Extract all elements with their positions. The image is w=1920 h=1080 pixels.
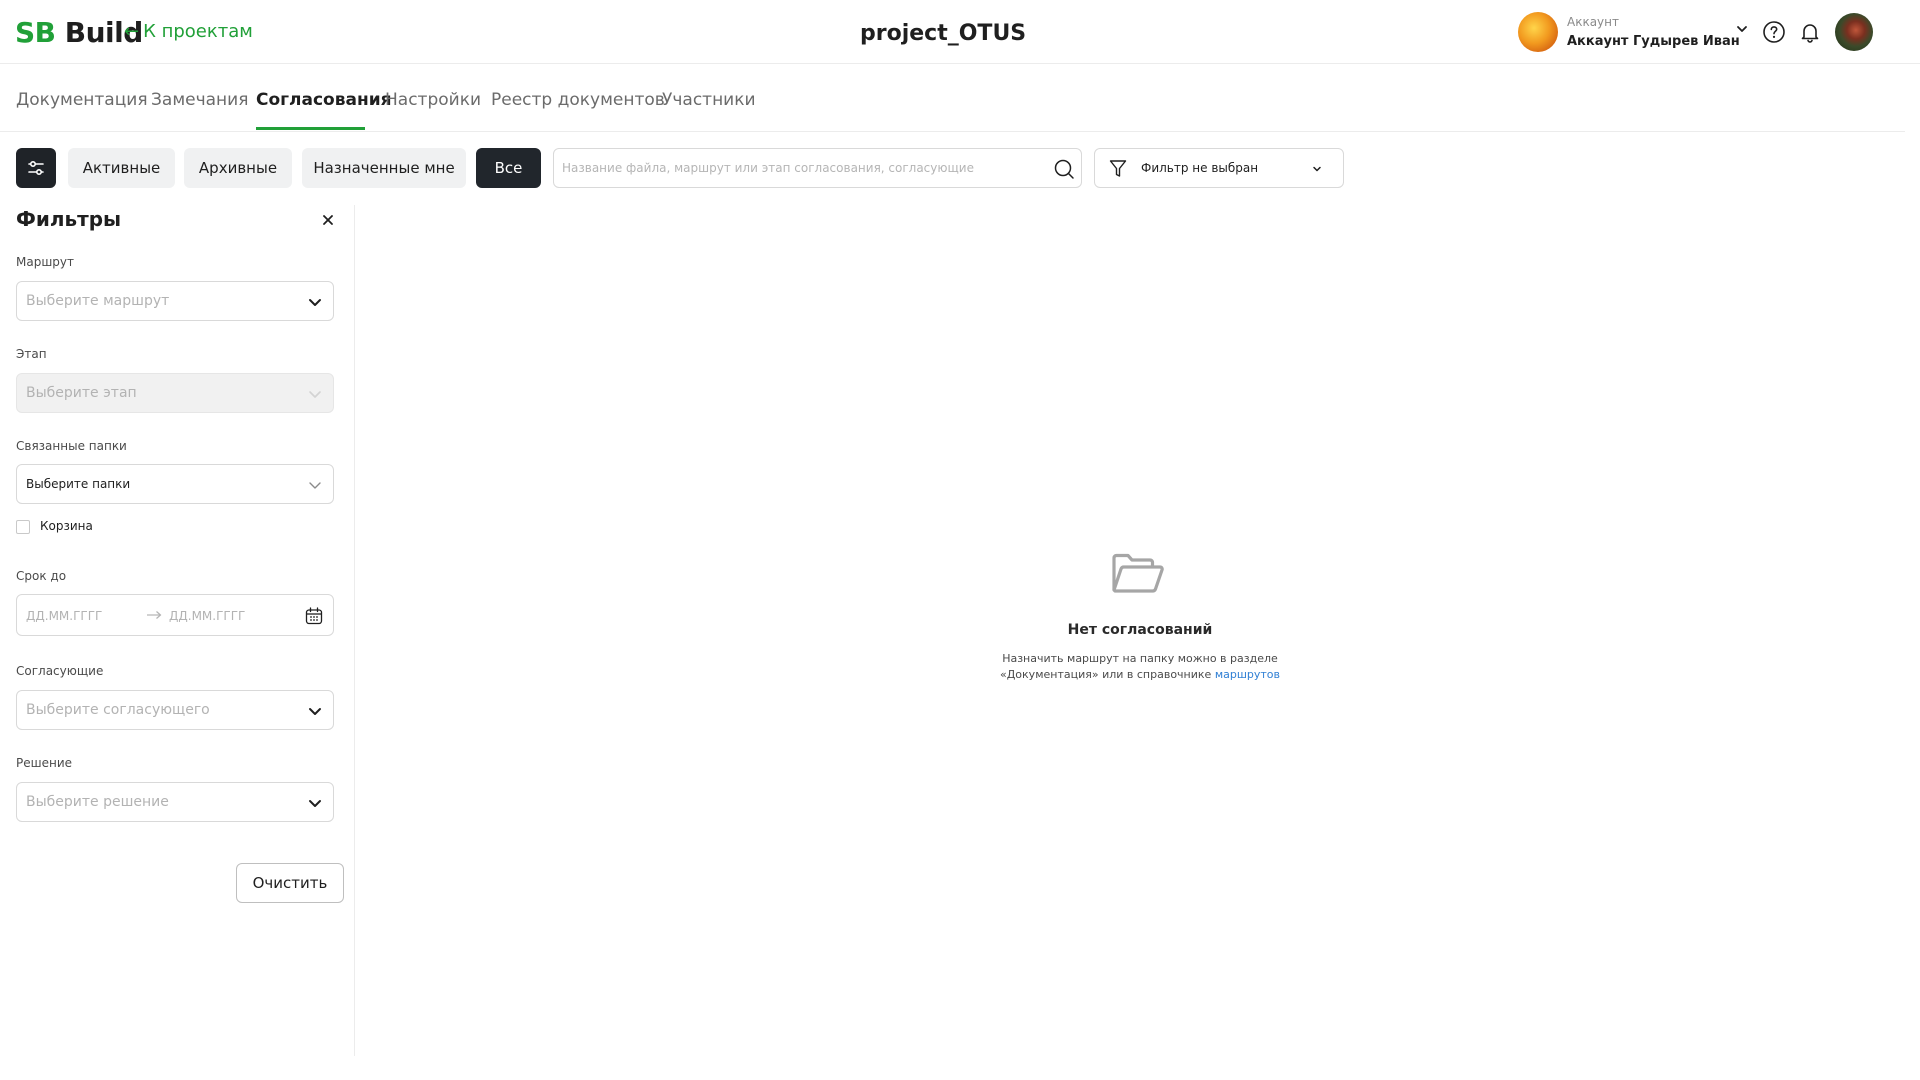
search-field[interactable] [553, 148, 1082, 188]
empty-state-line2: «Документация» или в справочнике [999, 668, 1215, 681]
account-label: Аккаунт [1567, 15, 1619, 29]
help-icon[interactable] [1762, 20, 1786, 44]
chip-archived[interactable]: Архивные [184, 148, 292, 188]
routes-link[interactable]: маршрутов [1215, 668, 1280, 681]
folders-value: Выберите папки [26, 477, 131, 491]
tab-participants[interactable]: Участники [662, 90, 756, 110]
chip-active[interactable]: Активные [68, 148, 175, 188]
folders-select[interactable]: Выберите папки [16, 464, 334, 504]
decision-select[interactable]: Выберите решение [16, 782, 334, 822]
empty-state-text: Назначить маршрут на папку можно в разде… [940, 651, 1340, 683]
chevron-down-icon [309, 391, 321, 398]
tab-documentation[interactable]: Документация [16, 90, 148, 110]
chevron-down-icon [1313, 166, 1321, 172]
tab-remarks[interactable]: Замечания [151, 90, 248, 110]
empty-state-title: Нет согласований [1067, 622, 1213, 638]
route-label: Маршрут [16, 255, 75, 269]
account-name: Аккаунт Гудырев Иван [1567, 34, 1740, 49]
approvers-placeholder: Выберите согласующего [26, 702, 210, 718]
clear-filters-button[interactable]: Очистить [236, 863, 344, 903]
top-header: SB Build ← К проектам project_OTUS Аккаун… [0, 0, 1920, 64]
stage-placeholder: Выберите этап [26, 385, 137, 401]
approvers-label: Согласующие [16, 664, 104, 678]
account-switcher[interactable]: Аккаунт Аккаунт Гудырев Иван [1518, 12, 1750, 52]
back-link-label: К проектам [143, 21, 253, 42]
project-title: project_OTUS [860, 21, 1027, 46]
stage-label: Этап [16, 347, 47, 361]
funnel-icon [1109, 160, 1127, 177]
sliders-icon [28, 160, 44, 176]
filters-title: Фильтры [16, 207, 122, 231]
arrow-left-icon: ← [124, 21, 140, 42]
route-placeholder: Выберите маршрут [26, 293, 170, 309]
tab-document-registry[interactable]: Реестр документов [491, 90, 665, 110]
chevron-down-icon [1737, 26, 1747, 32]
empty-state-line1: Назначить маршрут на папку можно в разде… [1002, 652, 1278, 665]
approvers-select[interactable]: Выберите согласующего [16, 690, 334, 730]
user-avatar[interactable] [1835, 13, 1873, 51]
calendar-icon[interactable] [305, 607, 323, 625]
deadline-label: Срок до [16, 569, 67, 583]
toolbar: Активные Архивные Назначенные мне Все Фи… [0, 146, 1920, 190]
trash-label: Корзина [40, 519, 93, 533]
saved-filter-select[interactable]: Фильтр не выбран [1094, 148, 1344, 188]
decision-label: Решение [16, 756, 73, 770]
checkbox-box[interactable] [16, 520, 30, 534]
chevron-down-icon [309, 708, 321, 715]
back-to-projects-link[interactable]: ← К проектам [124, 21, 253, 42]
active-tab-indicator [256, 127, 365, 130]
saved-filter-value: Фильтр не выбран [1141, 161, 1259, 175]
deadline-range-picker[interactable]: ДД.ММ.ГГГГ ДД.ММ.ГГГГ [16, 594, 334, 636]
filters-toggle-button[interactable] [16, 148, 56, 188]
folders-label: Связанные папки [16, 439, 127, 453]
section-tabs: Документация Замечания Согласования Наст… [0, 64, 1905, 132]
filters-panel: Фильтры Маршрут Выберите маршрут Этап Вы… [0, 205, 355, 1056]
chevron-down-icon [309, 482, 321, 489]
route-select[interactable]: Выберите маршрут [16, 281, 334, 321]
date-to-input[interactable]: ДД.ММ.ГГГГ [169, 609, 245, 623]
open-folder-icon [1112, 553, 1164, 593]
chip-assigned-to-me[interactable]: Назначенные мне [302, 148, 466, 188]
stage-select: Выберите этап [16, 373, 334, 413]
empty-state: Нет согласований Назначить маршрут на па… [940, 552, 1340, 692]
search-input[interactable] [562, 149, 1042, 187]
search-icon[interactable] [1053, 158, 1075, 180]
close-icon[interactable] [320, 212, 336, 228]
arrow-right-icon [147, 611, 162, 619]
tab-approvals[interactable]: Согласования [256, 90, 392, 110]
chevron-down-icon [309, 800, 321, 807]
tab-settings[interactable]: Настройки [385, 90, 481, 110]
account-avatar [1518, 12, 1558, 52]
date-from-input[interactable]: ДД.ММ.ГГГГ [26, 609, 102, 623]
bell-icon[interactable] [1798, 20, 1822, 44]
chevron-down-icon [309, 299, 321, 306]
chip-all[interactable]: Все [476, 148, 541, 188]
logo-sb: SB [15, 16, 56, 49]
decision-placeholder: Выберите решение [26, 794, 169, 810]
